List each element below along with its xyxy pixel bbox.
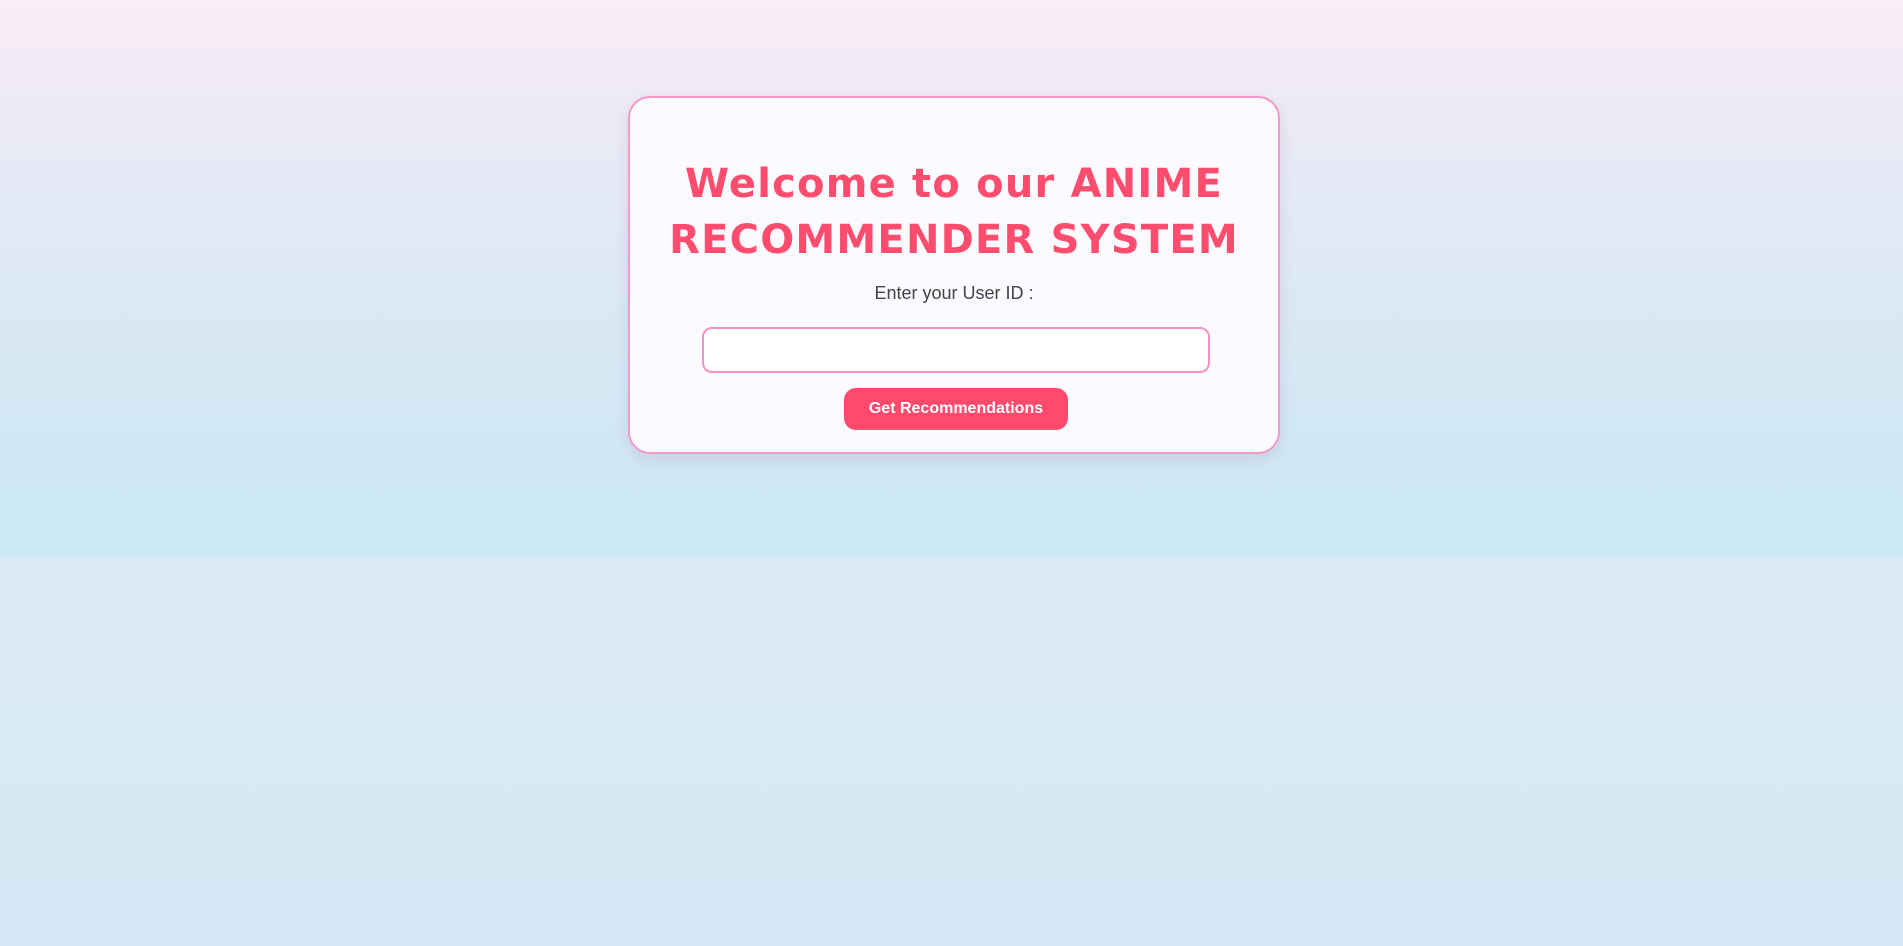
recommender-form-card: Welcome to our ANIME RECOMMENDER SYSTEM …: [628, 96, 1280, 454]
page-title: Welcome to our ANIME RECOMMENDER SYSTEM: [669, 161, 1239, 263]
user-id-input[interactable]: [702, 327, 1210, 373]
get-recommendations-button[interactable]: Get Recommendations: [844, 388, 1068, 430]
user-id-label: Enter your User ID :: [874, 283, 1034, 303]
